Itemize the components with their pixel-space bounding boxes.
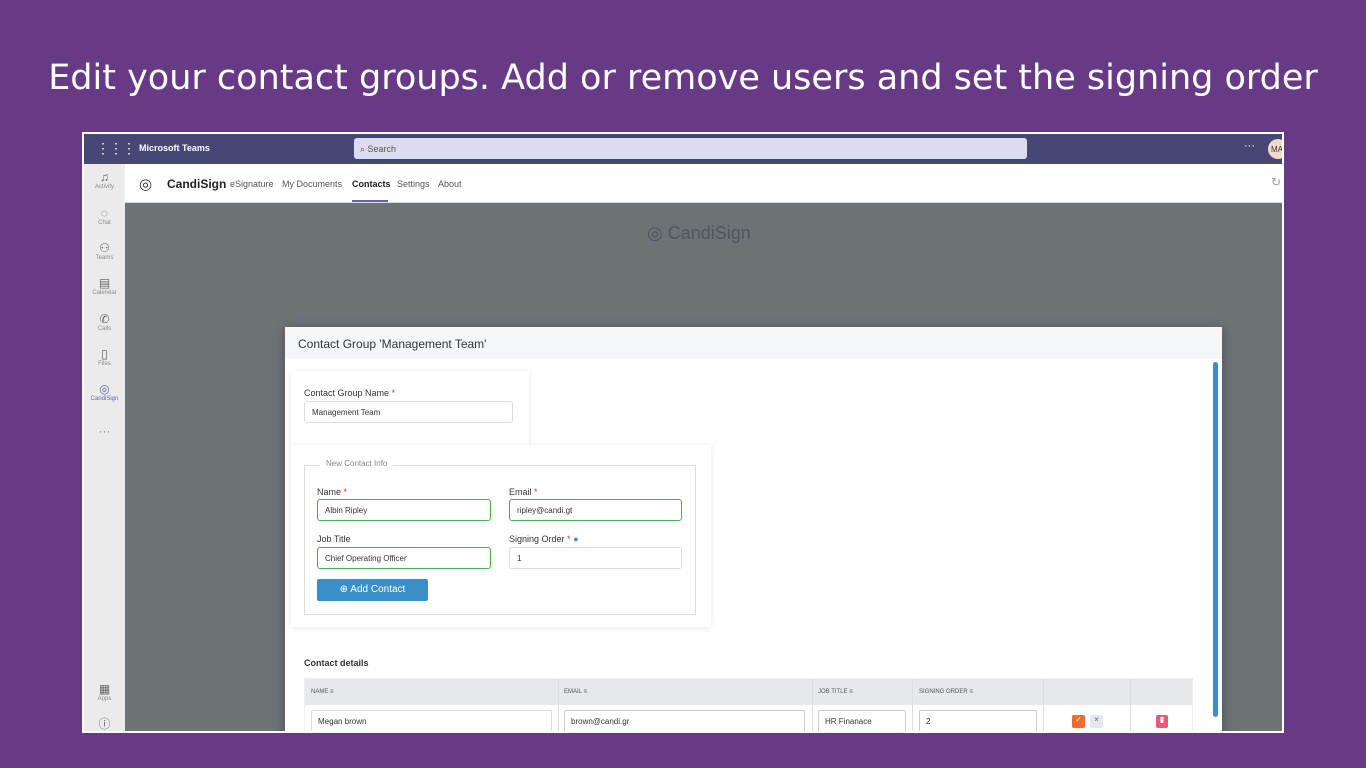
signing-order-input[interactable]: 1 (509, 547, 682, 569)
contacts-table: NAME ≡ EMAIL ≡ JOB TITLE ≡ SIGNING ORDER… (304, 678, 1193, 731)
help-icon: ● (573, 534, 579, 544)
sidebar-label: Teams (95, 255, 114, 261)
scrollbar[interactable] (1213, 362, 1218, 717)
sidebar-label: CandiSign (90, 396, 119, 402)
column-header-name[interactable]: NAME ≡ (311, 689, 334, 695)
column-header-signing-order[interactable]: SIGNING ORDER ≡ (919, 689, 973, 695)
sidebar-item-chat[interactable]: ◌ Chat (84, 206, 125, 226)
sidebar-label: Calendar (92, 290, 117, 296)
tab-about[interactable]: About (438, 179, 462, 189)
sidebar-label: Calls (97, 326, 112, 332)
sidebar-item-candisign[interactable]: ◎ CandiSign (84, 382, 125, 402)
help-icon[interactable]: ⓘ (84, 717, 125, 731)
phone-icon: ✆ (99, 312, 110, 326)
tab-contacts[interactable]: Contacts (352, 179, 391, 189)
job-title-label: Job Title (317, 534, 351, 544)
table-header: NAME ≡ EMAIL ≡ JOB TITLE ≡ SIGNING ORDER… (305, 679, 1192, 705)
contact-group-dialog: Contact Group 'Management Team' Contact … (285, 327, 1222, 731)
sidebar-item-activity[interactable]: ♫ Activity (84, 170, 125, 190)
bell-icon: ♫ (100, 170, 109, 184)
save-row-button[interactable]: ✓ (1072, 715, 1085, 728)
group-name-label: Contact Group Name * (304, 388, 396, 398)
content-overlay: ◎ CandiSign Contact Group 'Management Te… (125, 203, 1282, 731)
sidebar-label: Chat (98, 220, 111, 226)
headline: Edit your contact groups. Add or remove … (48, 58, 1318, 98)
job-title-input[interactable]: Chief Operating Officer (317, 547, 491, 569)
avatar[interactable]: MA (1268, 139, 1282, 159)
teams-icon: ⚇ (99, 241, 110, 255)
group-name-card: Contact Group Name * Management Team (291, 371, 529, 446)
row-job-title-input[interactable]: HR Finanace (818, 710, 906, 731)
background-logo: ◎ CandiSign (647, 223, 751, 243)
column-header-email[interactable]: EMAIL ≡ (564, 689, 587, 695)
tab-esignature[interactable]: eSignature (230, 179, 274, 189)
candisign-icon: ◎ (99, 382, 110, 396)
name-input[interactable]: Albin Ripley (317, 499, 491, 521)
active-tab-indicator (352, 200, 388, 202)
contact-details-title: Contact details (304, 658, 369, 668)
row-signing-order-input[interactable]: 2 (919, 710, 1037, 731)
sidebar-item-calendar[interactable]: ▤ Calendar (84, 276, 125, 296)
sidebar-label: Activity (94, 184, 114, 190)
add-contact-button[interactable]: ⊕ Add Contact (317, 579, 428, 601)
tab-my-documents[interactable]: My Documents (282, 179, 342, 189)
search-placeholder: Search (367, 144, 397, 154)
sidebar-item-apps[interactable]: ▦ Apps (84, 682, 125, 702)
more-apps-icon[interactable]: ··· (84, 424, 125, 438)
sidebar-item-teams[interactable]: ⚇ Teams (84, 241, 125, 261)
more-options-icon[interactable]: ··· (1244, 140, 1255, 152)
app-launcher-icon[interactable]: ⋮⋮⋮ (96, 140, 136, 157)
name-label: Name * (317, 487, 348, 497)
tab-settings[interactable]: Settings (397, 179, 430, 189)
teams-sidebar: ♫ Activity ◌ Chat ⚇ Teams ▤ Calendar ✆ Calls … (84, 164, 125, 731)
app-header: ◎ CandiSign eSignature My Documents Cont… (125, 164, 1282, 203)
signing-order-label: Signing Order * ● (509, 534, 579, 544)
row-email-input[interactable]: brown@candi.gr (564, 710, 805, 731)
row-name-input[interactable]: Megan brown (311, 710, 552, 731)
candisign-logo-icon: ◎ (139, 176, 153, 193)
file-icon: ▯ (101, 347, 108, 361)
new-contact-legend: New Contact Info (320, 459, 394, 468)
dialog-title: Contact Group 'Management Team' (285, 327, 1222, 359)
sidebar-label: Files (98, 361, 111, 367)
app-brand: CandiSign (167, 177, 227, 191)
search-input[interactable]: ⌕ Search (354, 138, 1027, 159)
cancel-row-button[interactable]: × (1090, 715, 1103, 728)
teams-window: ⋮⋮⋮ Microsoft Teams ⌕ Search ··· MA ♫ Act… (82, 132, 1284, 733)
teams-title: Microsoft Teams (139, 143, 210, 153)
sidebar-item-files[interactable]: ▯ Files (84, 347, 125, 367)
add-contact-label: Add Contact (350, 584, 406, 595)
group-name-input[interactable]: Management Team (304, 401, 513, 423)
sidebar-label: Apps (97, 696, 112, 702)
background-brand: CandiSign (667, 223, 751, 243)
apps-icon: ▦ (98, 682, 111, 696)
calendar-icon: ▤ (98, 276, 111, 290)
column-header-job-title[interactable]: JOB TITLE ≡ (818, 689, 853, 695)
delete-row-button[interactable]: ▮ (1156, 715, 1168, 728)
email-label: Email * (509, 487, 538, 497)
sidebar-item-calls[interactable]: ✆ Calls (84, 312, 125, 332)
teams-top-bar: ⋮⋮⋮ Microsoft Teams ⌕ Search ··· MA (84, 134, 1282, 164)
refresh-icon[interactable]: ↻ (1271, 175, 1281, 189)
email-input[interactable]: ripley@candi.gt (509, 499, 682, 521)
chat-icon: ◌ (100, 206, 109, 220)
